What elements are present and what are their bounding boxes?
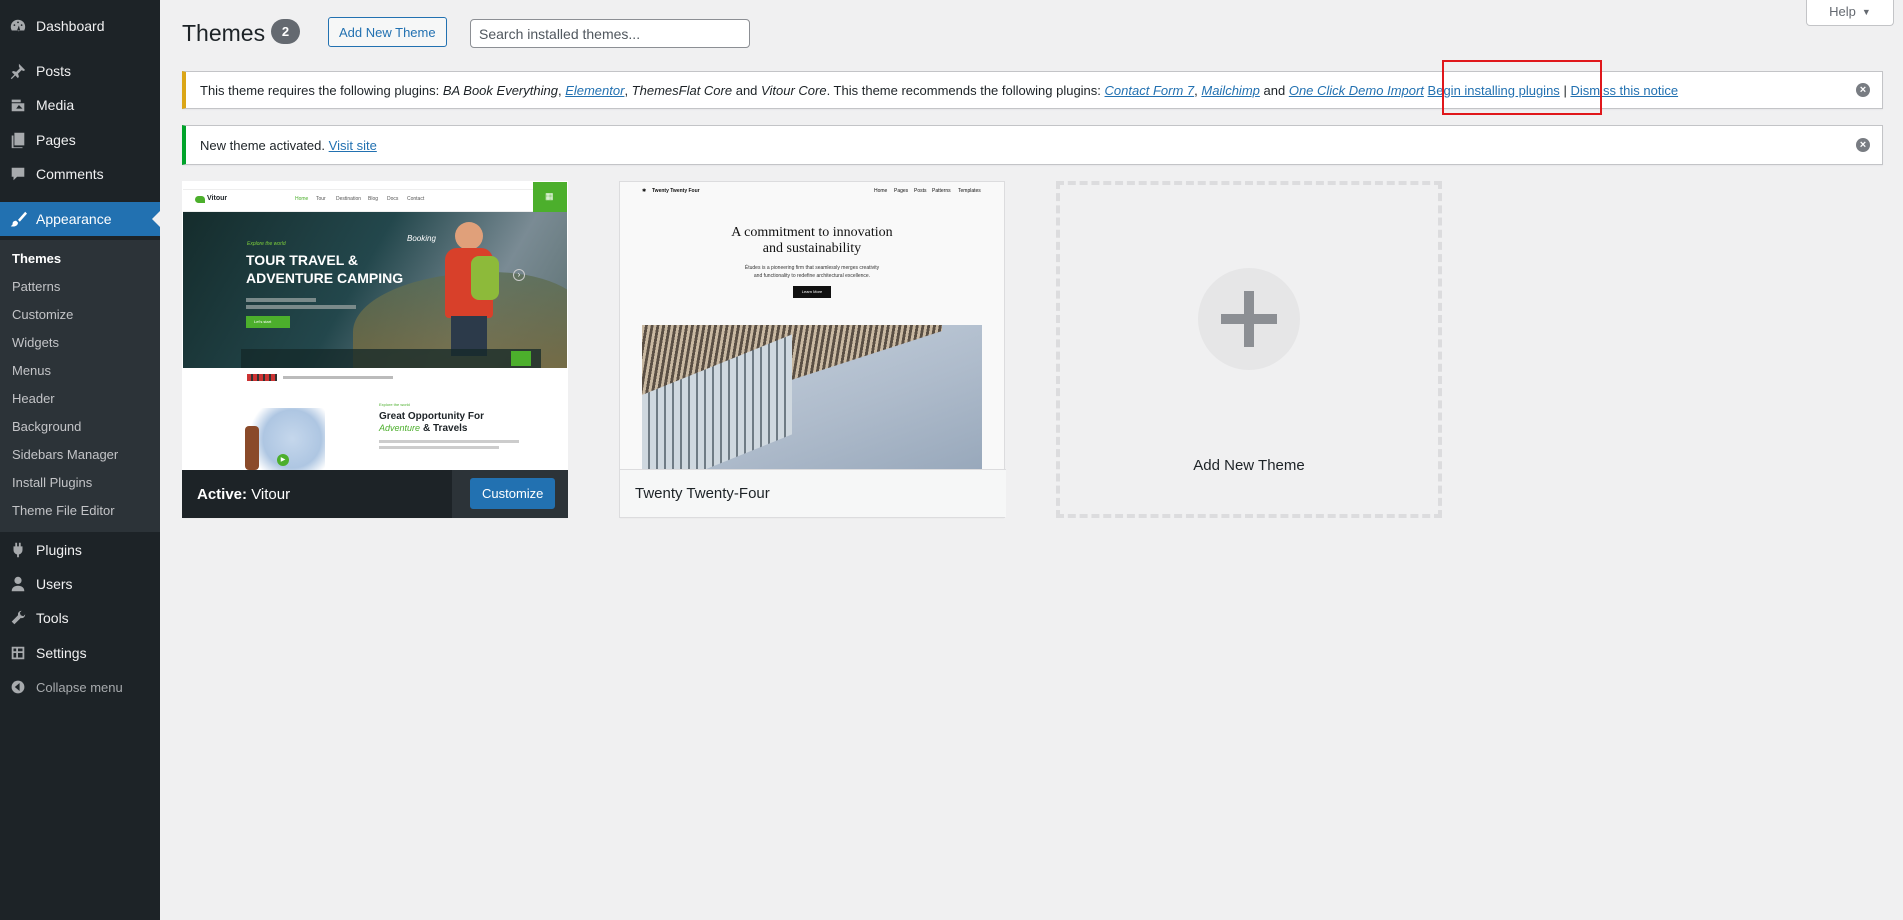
plugin-ocdi-link[interactable]: One Click Demo Import: [1289, 83, 1424, 98]
theme-count-badge: 2: [271, 19, 300, 44]
theme-name-bar: Twenty Twenty-Four: [620, 469, 1006, 517]
theme-name-bar: Active: Vitour Customize: [182, 470, 568, 518]
vitour-search-bar: [241, 349, 541, 368]
collapse-icon: [0, 679, 36, 695]
caret-down-icon: ▼: [1861, 6, 1871, 17]
menu-label: Tools: [36, 610, 69, 626]
submenu-customize[interactable]: Customize: [12, 307, 73, 322]
menu-label: Plugins: [36, 542, 82, 558]
plus-icon: [1198, 268, 1300, 370]
slider-next-icon: ›: [513, 269, 525, 281]
tt4-body: Études is a pioneering firm that seamles…: [744, 265, 880, 279]
menu-users[interactable]: Users: [0, 567, 160, 601]
menu-label: Media: [36, 97, 75, 113]
menu-plugins[interactable]: Plugins: [0, 533, 160, 567]
vitour-lower-section: ▶ Explore the world Great Opportunity Fo…: [183, 368, 567, 470]
menu-pages[interactable]: Pages: [0, 123, 160, 157]
menu-dashboard[interactable]: Dashboard: [0, 9, 160, 43]
vitour-cta: Let's start: [246, 316, 290, 328]
adventure-illustration: ▶: [243, 408, 325, 470]
search-themes-input[interactable]: [470, 19, 750, 48]
help-label: Help: [1829, 4, 1856, 19]
menu-label: Posts: [36, 63, 72, 79]
theme-card-twenty-twenty-four[interactable]: ✱ Twenty Twenty Four Home Pages Posts Pa…: [619, 181, 1006, 518]
tt4-headline: A commitment to innovation and sustainab…: [731, 225, 893, 256]
theme-screenshot-twenty-twenty-four[interactable]: ✱ Twenty Twenty Four Home Pages Posts Pa…: [620, 182, 1004, 470]
theme-name: Twenty Twenty-Four: [635, 485, 770, 502]
dismiss-icon[interactable]: ×: [1856, 83, 1870, 97]
dismiss-icon[interactable]: ×: [1856, 138, 1870, 152]
collapse-label: Collapse menu: [36, 679, 123, 695]
media-icon: [0, 96, 36, 114]
vitour-hero: Explore the world Booking TOUR TRAVEL & …: [183, 212, 567, 372]
menu-label: Appearance: [36, 211, 112, 227]
menu-posts[interactable]: Posts: [0, 54, 160, 88]
menu-label: Dashboard: [36, 18, 105, 34]
plugin-elementor-link[interactable]: Elementor: [565, 83, 624, 98]
hiker-backpack: [471, 256, 499, 300]
pages-icon: [0, 131, 36, 149]
theme-screenshot-vitour[interactable]: Vitour Home Tour Destination Blog Docs C…: [183, 182, 567, 470]
submenu-patterns[interactable]: Patterns: [12, 279, 60, 294]
menu-label: Users: [36, 576, 73, 592]
menu-settings[interactable]: Settings: [0, 636, 160, 670]
highlight-box: [1442, 60, 1602, 115]
settings-icon: [0, 644, 36, 662]
submenu-theme-file-editor[interactable]: Theme File Editor: [12, 503, 115, 518]
pushpin-icon: [0, 62, 36, 80]
plugin-ba-book: BA Book Everything: [442, 82, 558, 98]
menu-label: Pages: [36, 132, 76, 148]
dashboard-icon: [0, 17, 36, 35]
theme-activated-notice: New theme activated. Visit site ×: [182, 125, 1883, 165]
visit-site-link[interactable]: Visit site: [329, 138, 377, 153]
vitour-header: Vitour Home Tour Destination Blog Docs C…: [183, 182, 567, 212]
submenu-widgets[interactable]: Widgets: [12, 335, 59, 350]
comments-icon: [0, 165, 36, 183]
plugin-themesflat-core: ThemesFlat Core: [631, 82, 733, 98]
tt4-logo-icon: ✱: [642, 188, 647, 194]
tt4-building-image: [642, 325, 982, 470]
play-icon: ▶: [277, 454, 289, 466]
customize-button[interactable]: Customize: [470, 478, 556, 509]
menu-media[interactable]: Media: [0, 88, 160, 122]
collapse-menu-button[interactable]: Collapse menu: [0, 670, 160, 704]
paintbrush-icon: [0, 210, 36, 228]
submenu-menus[interactable]: Menus: [12, 363, 51, 378]
add-new-theme-card[interactable]: Add New Theme: [1056, 181, 1442, 518]
tools-icon: [0, 609, 36, 627]
partner-logo: [247, 374, 277, 381]
add-new-theme-button[interactable]: Add New Theme: [328, 17, 447, 47]
tt4-learn-more-button: Learn More: [793, 286, 831, 298]
plugins-icon: [0, 541, 36, 559]
menu-label: Settings: [36, 645, 87, 661]
logo-icon: [195, 196, 205, 203]
submenu-sidebars-manager[interactable]: Sidebars Manager: [12, 447, 118, 462]
menu-appearance[interactable]: Appearance: [0, 202, 160, 236]
submenu-header[interactable]: Header: [12, 391, 55, 406]
hiker-head: [455, 222, 483, 250]
grid-menu-icon: ▦: [533, 182, 567, 212]
required-plugins-notice: This theme requires the following plugin…: [182, 71, 1883, 109]
add-new-theme-label: Add New Theme: [1193, 457, 1305, 474]
submenu-install-plugins[interactable]: Install Plugins: [12, 475, 92, 490]
active-theme-name: Active: Vitour: [197, 485, 291, 503]
plugin-contact-form-7-link[interactable]: Contact Form 7: [1105, 83, 1195, 98]
menu-label: Comments: [36, 166, 104, 182]
plugin-mailchimp-link[interactable]: Mailchimp: [1201, 83, 1260, 98]
users-icon: [0, 575, 36, 593]
plugin-vitour-core: Vitour Core: [761, 82, 827, 98]
admin-sidebar: Dashboard Posts Media Pages Comments App…: [0, 0, 160, 920]
submenu-background[interactable]: Background: [12, 419, 81, 434]
theme-card-vitour[interactable]: Vitour Home Tour Destination Blog Docs C…: [182, 181, 568, 518]
appearance-submenu: Themes Patterns Customize Widgets Menus …: [0, 240, 160, 532]
submenu-themes[interactable]: Themes: [12, 251, 61, 266]
menu-comments[interactable]: Comments: [0, 157, 160, 191]
help-tab-button[interactable]: Help ▼: [1806, 0, 1894, 26]
page-title: Themes: [182, 20, 266, 46]
menu-tools[interactable]: Tools: [0, 601, 160, 635]
